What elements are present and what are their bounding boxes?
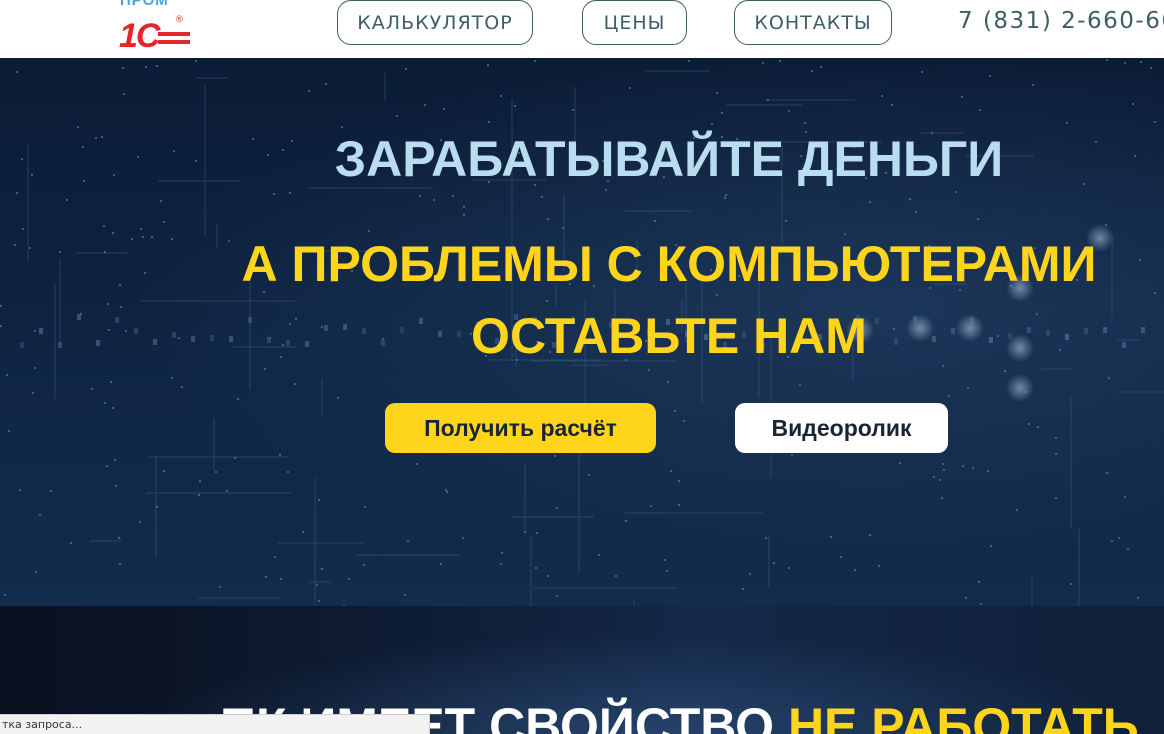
hero-subtitle-line-1: А ПРОБЛЕМЫ С КОМПЬЮТЕРАМИ (241, 236, 1097, 292)
hero-subtitle: А ПРОБЛЕМЫ С КОМПЬЮТЕРАМИ ОСТАВЬТЕ НАМ (0, 228, 1164, 372)
nav-prices-button[interactable]: ЦЕНЫ (582, 0, 687, 45)
logo-main-text: 1С (119, 17, 161, 54)
nav-contacts-button[interactable]: КОНТАКТЫ (734, 0, 892, 45)
site-header: ПРОМ 1С ® КАЛЬКУЛЯТОР ЦЕНЫ КОНТАКТЫ 7 (8… (0, 0, 1164, 58)
video-button[interactable]: Видеоролик (735, 403, 948, 453)
phone-number[interactable]: 7 (831) 2-660-66 (958, 8, 1164, 34)
hero-subtitle-line-2: ОСТАВЬТЕ НАМ (471, 308, 867, 364)
nav-calculator-button[interactable]: КАЛЬКУЛЯТОР (337, 0, 533, 45)
browser-status-bar: тка запроса... (0, 714, 430, 734)
logo-registered-mark: ® (176, 14, 183, 24)
hero-section: ЗАРАБАТЫВАЙТЕ ДЕНЬГИ А ПРОБЛЕМЫ С КОМПЬЮ… (0, 58, 1164, 606)
hero-title: ЗАРАБАТЫВАЙТЕ ДЕНЬГИ (334, 131, 1004, 187)
section2-title-yellow: НЕ РАБОТАТЬ (787, 698, 1139, 734)
prom-1c-logo[interactable]: ПРОМ 1С ® (116, 0, 196, 54)
get-quote-button[interactable]: Получить расчёт (385, 403, 656, 453)
logo-top-text: ПРОМ (120, 0, 169, 9)
